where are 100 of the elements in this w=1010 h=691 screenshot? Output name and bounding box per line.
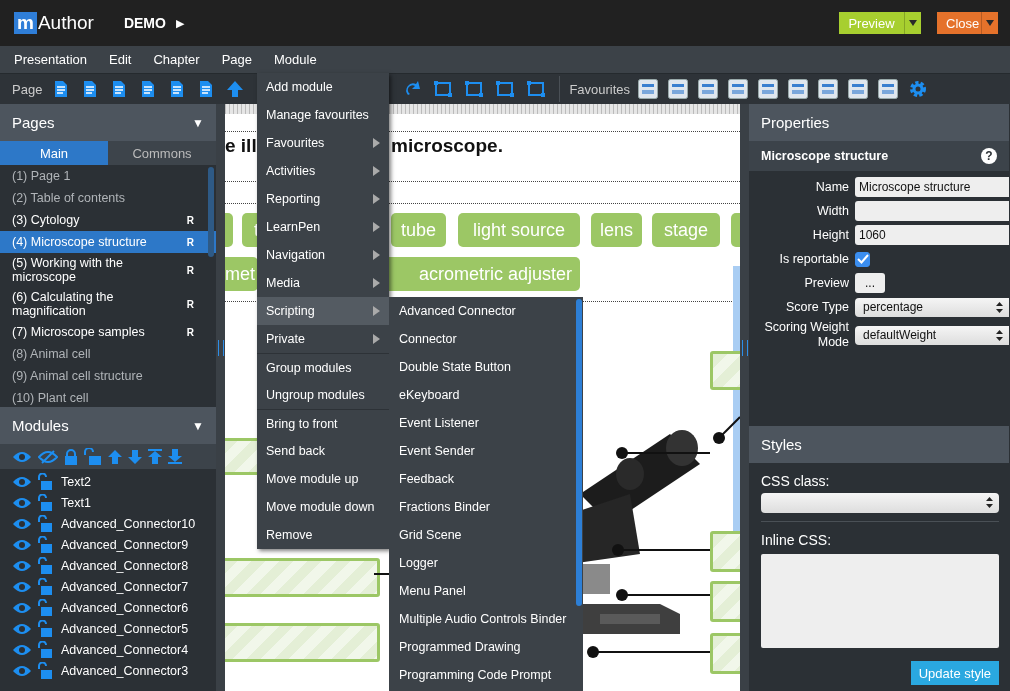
module-icon[interactable] <box>728 79 749 99</box>
module-name[interactable]: Advanced_Connector9 <box>61 537 189 552</box>
eye-icon[interactable] <box>12 580 32 593</box>
scrollbar[interactable] <box>208 167 214 257</box>
input-field[interactable]: 1060 <box>855 225 1009 245</box>
unlock-icon[interactable] <box>38 536 52 553</box>
unlock-icon[interactable] <box>38 662 52 679</box>
menu-entry[interactable]: Menu Panel <box>389 577 583 605</box>
unlock-icon[interactable] <box>38 473 52 490</box>
arrow-down-icon[interactable] <box>128 449 142 464</box>
list-entry[interactable]: (1) Page 1 <box>0 165 216 187</box>
scrollbar[interactable] <box>576 299 582 606</box>
menu-entry[interactable]: Send back <box>257 437 389 465</box>
menu-item[interactable]: Page <box>221 52 253 67</box>
module-name[interactable]: Advanced_Connector3 <box>61 663 189 678</box>
input-field[interactable] <box>855 201 1009 221</box>
menu-item[interactable]: Chapter <box>153 52 200 67</box>
unlock-icon[interactable] <box>38 620 52 637</box>
menu-entry[interactable]: Feedback <box>389 465 583 493</box>
unlock-icon[interactable] <box>84 448 102 465</box>
list-entry[interactable]: (4) Microscope structure R <box>0 231 216 253</box>
menu-entry[interactable]: Favourites <box>257 129 389 157</box>
arrow-up-icon[interactable] <box>225 79 246 99</box>
menu-entry[interactable]: eKeyboard <box>389 381 583 409</box>
menu-entry[interactable]: Fractions Binder <box>389 493 583 521</box>
eye-icon[interactable] <box>12 622 32 635</box>
list-entry[interactable]: (3) Cytology R <box>0 209 216 231</box>
menu-item[interactable]: Presentation <box>14 52 87 67</box>
list-entry[interactable]: (7) Microscope samples R <box>0 321 216 343</box>
select-field[interactable]: percentage <box>855 297 1009 317</box>
eye-icon[interactable] <box>12 496 32 509</box>
checkbox[interactable] <box>855 251 870 267</box>
module-icon[interactable] <box>638 79 659 99</box>
module-name[interactable]: Advanced_Connector6 <box>61 600 189 615</box>
tab[interactable]: Main <box>0 141 108 165</box>
unlock-icon[interactable] <box>38 557 52 574</box>
module-icon[interactable] <box>758 79 779 99</box>
caret-icon[interactable] <box>981 12 998 34</box>
eye-icon[interactable] <box>12 538 32 551</box>
module-name[interactable]: Advanced_Connector10 <box>61 516 196 531</box>
menu-entry[interactable]: Grid Scene <box>389 521 583 549</box>
unlock-icon[interactable] <box>38 578 52 595</box>
menu-entry[interactable]: Ungroup modules <box>257 381 389 409</box>
settings-icon[interactable] <box>908 79 929 99</box>
arrow-top-icon[interactable] <box>148 449 162 464</box>
module-name[interactable]: Advanced_Connector7 <box>61 579 189 594</box>
module-name[interactable]: Advanced_Connector5 <box>61 621 189 636</box>
eye-icon[interactable] <box>12 643 32 656</box>
select-field[interactable]: defaultWeight <box>855 325 1009 345</box>
arrow-up-icon[interactable] <box>108 449 122 464</box>
lock-icon[interactable] <box>64 448 78 465</box>
module-icon[interactable] <box>848 79 869 99</box>
menu-entry[interactable]: Activities <box>257 157 389 185</box>
list-entry[interactable]: (2) Table of contents <box>0 187 216 209</box>
menu-entry[interactable]: Event Sender <box>389 437 583 465</box>
menu-item[interactable]: Edit <box>109 52 132 67</box>
menu-entry[interactable]: Private <box>257 325 389 353</box>
menu-entry[interactable]: Programmed Drawing <box>389 633 583 661</box>
menu-entry[interactable]: Reporting <box>257 185 389 213</box>
menu-entry[interactable]: Multiple Audio Controls Binder <box>389 605 583 633</box>
menu-entry[interactable]: Scripting <box>257 297 389 325</box>
splitter-handle[interactable] <box>217 339 224 356</box>
menu-entry[interactable]: Add module <box>257 73 389 101</box>
eye-icon[interactable] <box>12 517 32 530</box>
tab[interactable]: Commons <box>108 141 216 165</box>
eye-slash-icon[interactable] <box>38 449 58 464</box>
menu-entry[interactable]: LearnPen <box>257 213 389 241</box>
unlock-icon[interactable] <box>38 494 52 511</box>
menu-entry[interactable]: Connector <box>389 325 583 353</box>
menu-entry[interactable]: Manage favourites <box>257 101 389 129</box>
module-name[interactable]: Advanced_Connector8 <box>61 558 189 573</box>
menu-entry[interactable]: Programming Code Prompt <box>389 661 583 689</box>
menu-entry[interactable]: Remove <box>257 521 389 549</box>
help-icon[interactable]: ? <box>981 148 997 164</box>
menu-entry[interactable]: Move module up <box>257 465 389 493</box>
menu-entry[interactable]: Double State Button <box>389 353 583 381</box>
play-icon[interactable]: ▶ <box>175 16 184 30</box>
unlock-icon[interactable] <box>38 515 52 532</box>
caret-icon[interactable] <box>904 12 921 34</box>
list-entry[interactable]: (6) Calculating the magnification R <box>0 287 216 321</box>
unlock-icon[interactable] <box>38 641 52 658</box>
eye-icon[interactable] <box>12 475 32 488</box>
module-name[interactable]: Text1 <box>61 495 91 510</box>
arrow-bottom-icon[interactable] <box>168 449 182 464</box>
eye-icon[interactable] <box>12 664 32 677</box>
menu-entry[interactable]: Advanced Connector <box>389 297 583 325</box>
list-entry[interactable]: (9) Animal cell structure <box>0 365 216 387</box>
module-icon[interactable] <box>788 79 809 99</box>
eye-icon[interactable] <box>12 559 32 572</box>
menu-entry[interactable]: Logger <box>389 549 583 577</box>
menu-entry[interactable]: Move module down <box>257 493 389 521</box>
menu-entry[interactable]: Event Listener <box>389 409 583 437</box>
unlock-icon[interactable] <box>38 599 52 616</box>
collapse-icon[interactable]: ▼ <box>192 418 204 433</box>
splitter-handle[interactable] <box>741 339 748 356</box>
select-field[interactable] <box>761 493 999 513</box>
module-name[interactable]: Advanced_Connector4 <box>61 642 189 657</box>
collapse-icon[interactable]: ▼ <box>192 115 204 130</box>
input-field[interactable]: Microscope structure <box>855 177 1009 197</box>
eye-icon[interactable] <box>12 450 32 463</box>
